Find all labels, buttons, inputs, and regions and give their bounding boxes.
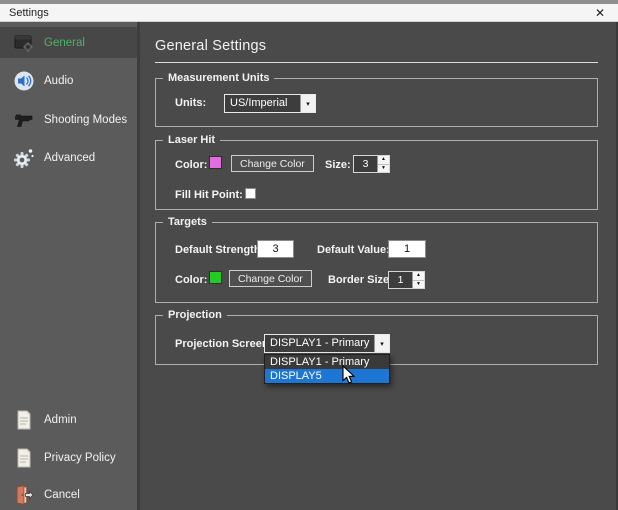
dropdown-option-display5[interactable]: DISPLAY5 [265,369,389,383]
laser-change-color-button[interactable]: Change Color [231,155,314,172]
close-icon: ✕ [595,6,605,20]
sidebar-item-audio[interactable]: Audio [0,65,137,96]
default-strength-label: Default Strength: [175,244,264,256]
laser-size-spinner[interactable]: 3 ▲ ▼ [353,155,390,173]
document-icon [13,409,35,431]
units-dropdown-arrow-button[interactable]: ▾ [300,95,315,112]
fill-hit-point-checkbox[interactable] [245,188,256,199]
window-body: General Audio [0,22,618,510]
exit-door-icon [13,484,35,506]
projection-screen-dropdown[interactable]: DISPLAY1 - Primary ▾ [264,334,390,353]
spin-up-icon: ▲ [381,157,386,162]
target-color-label: Color: [175,274,207,286]
laser-color-swatch [209,156,222,169]
sidebar: General Audio [0,22,137,510]
target-color-swatch [209,271,222,284]
sidebar-item-cancel-label: Cancel [44,489,80,501]
pistol-icon [13,109,35,131]
default-value-label: Default Value: [317,244,390,256]
window-title: Settings [0,7,49,19]
general-icon [13,32,35,54]
spin-up-button[interactable]: ▲ [378,156,389,165]
laser-color-label: Color: [175,159,207,171]
spin-down-icon: ▼ [416,282,421,287]
projection-dropdown-list: DISPLAY1 - Primary DISPLAY5 [264,354,390,384]
projection-screen-dropdown-value: DISPLAY1 - Primary [265,335,374,352]
group-projection-legend: Projection [163,309,227,322]
page-title: General Settings [155,38,266,54]
sidebar-item-advanced-label: Advanced [44,152,95,164]
group-laser-hit-legend: Laser Hit [163,134,220,147]
group-targets: Targets Default Strength: 3 Default Valu… [155,222,598,303]
spin-down-button[interactable]: ▼ [378,165,389,173]
group-laser-hit: Laser Hit Color: Change Color Size: 3 ▲ … [155,140,598,210]
sidebar-item-general-label: General [44,37,85,49]
units-dropdown-value: US/Imperial [225,95,300,112]
settings-window: Settings ✕ [0,0,618,510]
spin-down-button[interactable]: ▼ [413,281,424,289]
sidebar-item-admin-label: Admin [44,414,77,426]
close-button[interactable]: ✕ [586,4,614,22]
sidebar-item-cancel[interactable]: Cancel [0,479,137,510]
sidebar-item-audio-label: Audio [44,75,73,87]
fill-hit-point-label: Fill Hit Point: [175,189,243,201]
projection-screen-label: Projection Screen: [175,338,272,350]
sidebar-item-shooting-modes[interactable]: Shooting Modes [0,104,137,135]
spin-up-icon: ▲ [416,273,421,278]
target-change-color-button[interactable]: Change Color [229,270,312,287]
spin-up-button[interactable]: ▲ [413,272,424,281]
projection-dropdown-arrow-button[interactable]: ▾ [374,335,389,352]
sidebar-item-privacy-policy-label: Privacy Policy [44,452,116,464]
spin-down-icon: ▼ [381,166,386,171]
chevron-down-icon: ▾ [306,100,310,108]
laser-size-label: Size: [325,159,351,171]
default-value-input[interactable]: 1 [388,240,426,258]
border-size-value: 1 [389,272,412,288]
advanced-gear-icon [13,147,35,169]
group-targets-legend: Targets [163,216,212,229]
sidebar-item-shooting-modes-label: Shooting Modes [44,114,127,126]
audio-icon [13,70,35,92]
chevron-down-icon: ▾ [380,340,384,348]
document-icon [13,447,35,469]
sidebar-item-privacy-policy[interactable]: Privacy Policy [0,442,137,473]
laser-size-value: 3 [354,156,377,172]
main-panel: General Settings Measurement Units Units… [140,22,616,510]
group-measurement-units-legend: Measurement Units [163,72,274,85]
titlebar[interactable]: Settings ✕ [0,4,618,22]
heading-rule [155,62,598,63]
default-strength-input[interactable]: 3 [257,240,294,258]
dropdown-option-display1[interactable]: DISPLAY1 - Primary [265,355,389,369]
units-dropdown[interactable]: US/Imperial ▾ [224,94,316,113]
sidebar-item-admin[interactable]: Admin [0,404,137,435]
units-label: Units: [175,97,206,109]
border-size-label: Border Size: [328,274,393,286]
sidebar-item-advanced[interactable]: Advanced [0,142,137,173]
group-measurement-units: Measurement Units Units: US/Imperial ▾ [155,78,598,127]
sidebar-item-general[interactable]: General [0,27,137,58]
group-projection: Projection Projection Screen: DISPLAY1 -… [155,315,598,365]
border-size-spinner[interactable]: 1 ▲ ▼ [388,271,425,289]
